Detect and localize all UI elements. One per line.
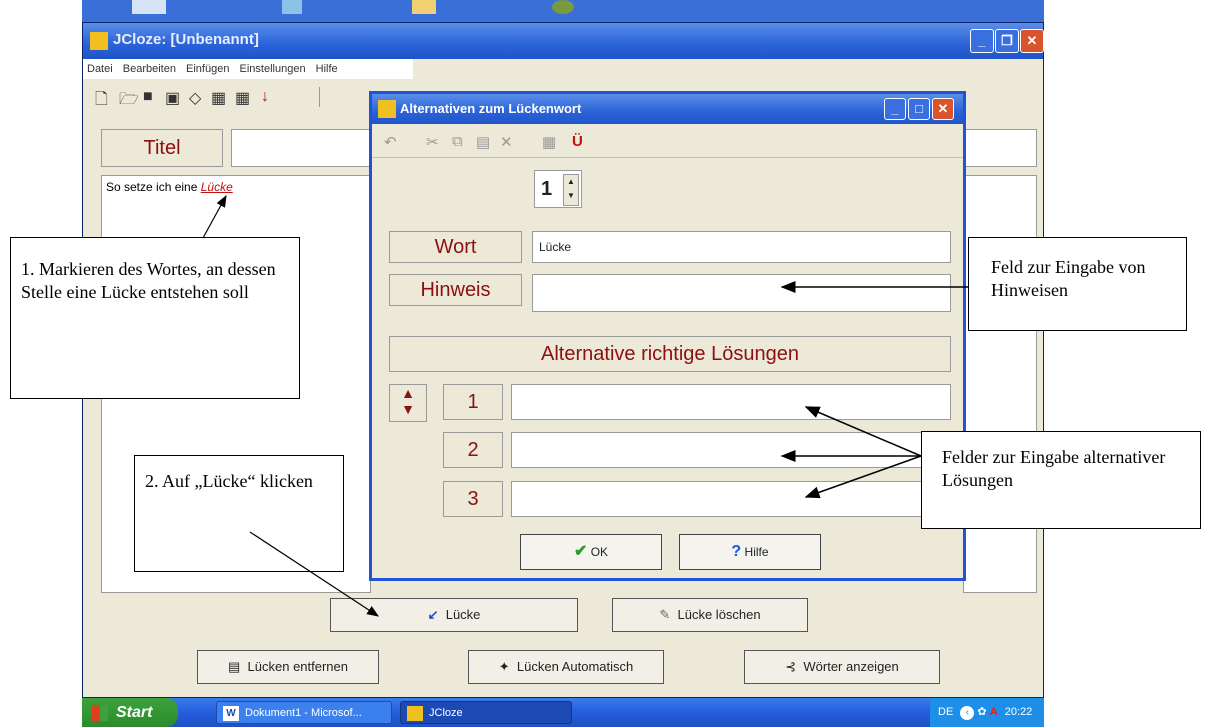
callout-arrows xyxy=(202,194,968,617)
tray-expand-icon[interactable]: ‹ xyxy=(960,706,975,720)
taskbar: Start W Dokument1 - Microsof... JCloze D… xyxy=(82,698,1044,727)
start-label: Start xyxy=(116,704,153,721)
tray-ati-icon[interactable]: A xyxy=(990,706,998,718)
system-tray: DE ‹ ✿ A 20:22 xyxy=(930,698,1044,727)
arrow-to-luecke-button xyxy=(249,531,380,617)
arrow-to-gap-word xyxy=(202,194,227,239)
start-button[interactable]: Start xyxy=(82,698,178,727)
word-icon: W xyxy=(223,706,239,721)
language-indicator[interactable]: DE xyxy=(938,706,953,718)
jcloze-icon xyxy=(407,706,423,721)
task-word-document[interactable]: W Dokument1 - Microsof... xyxy=(216,701,392,724)
clock: 20:22 xyxy=(1004,706,1033,718)
windows-logo-icon xyxy=(92,705,108,721)
task-jcloze[interactable]: JCloze xyxy=(400,701,572,724)
arrow-to-alternative-3 xyxy=(804,455,922,499)
arrow-to-alternative-1 xyxy=(804,406,922,457)
tray-network-icon[interactable]: ✿ xyxy=(977,706,986,718)
task-label-word: Dokument1 - Microsof... xyxy=(245,707,362,719)
task-label-jcloze: JCloze xyxy=(429,707,463,719)
